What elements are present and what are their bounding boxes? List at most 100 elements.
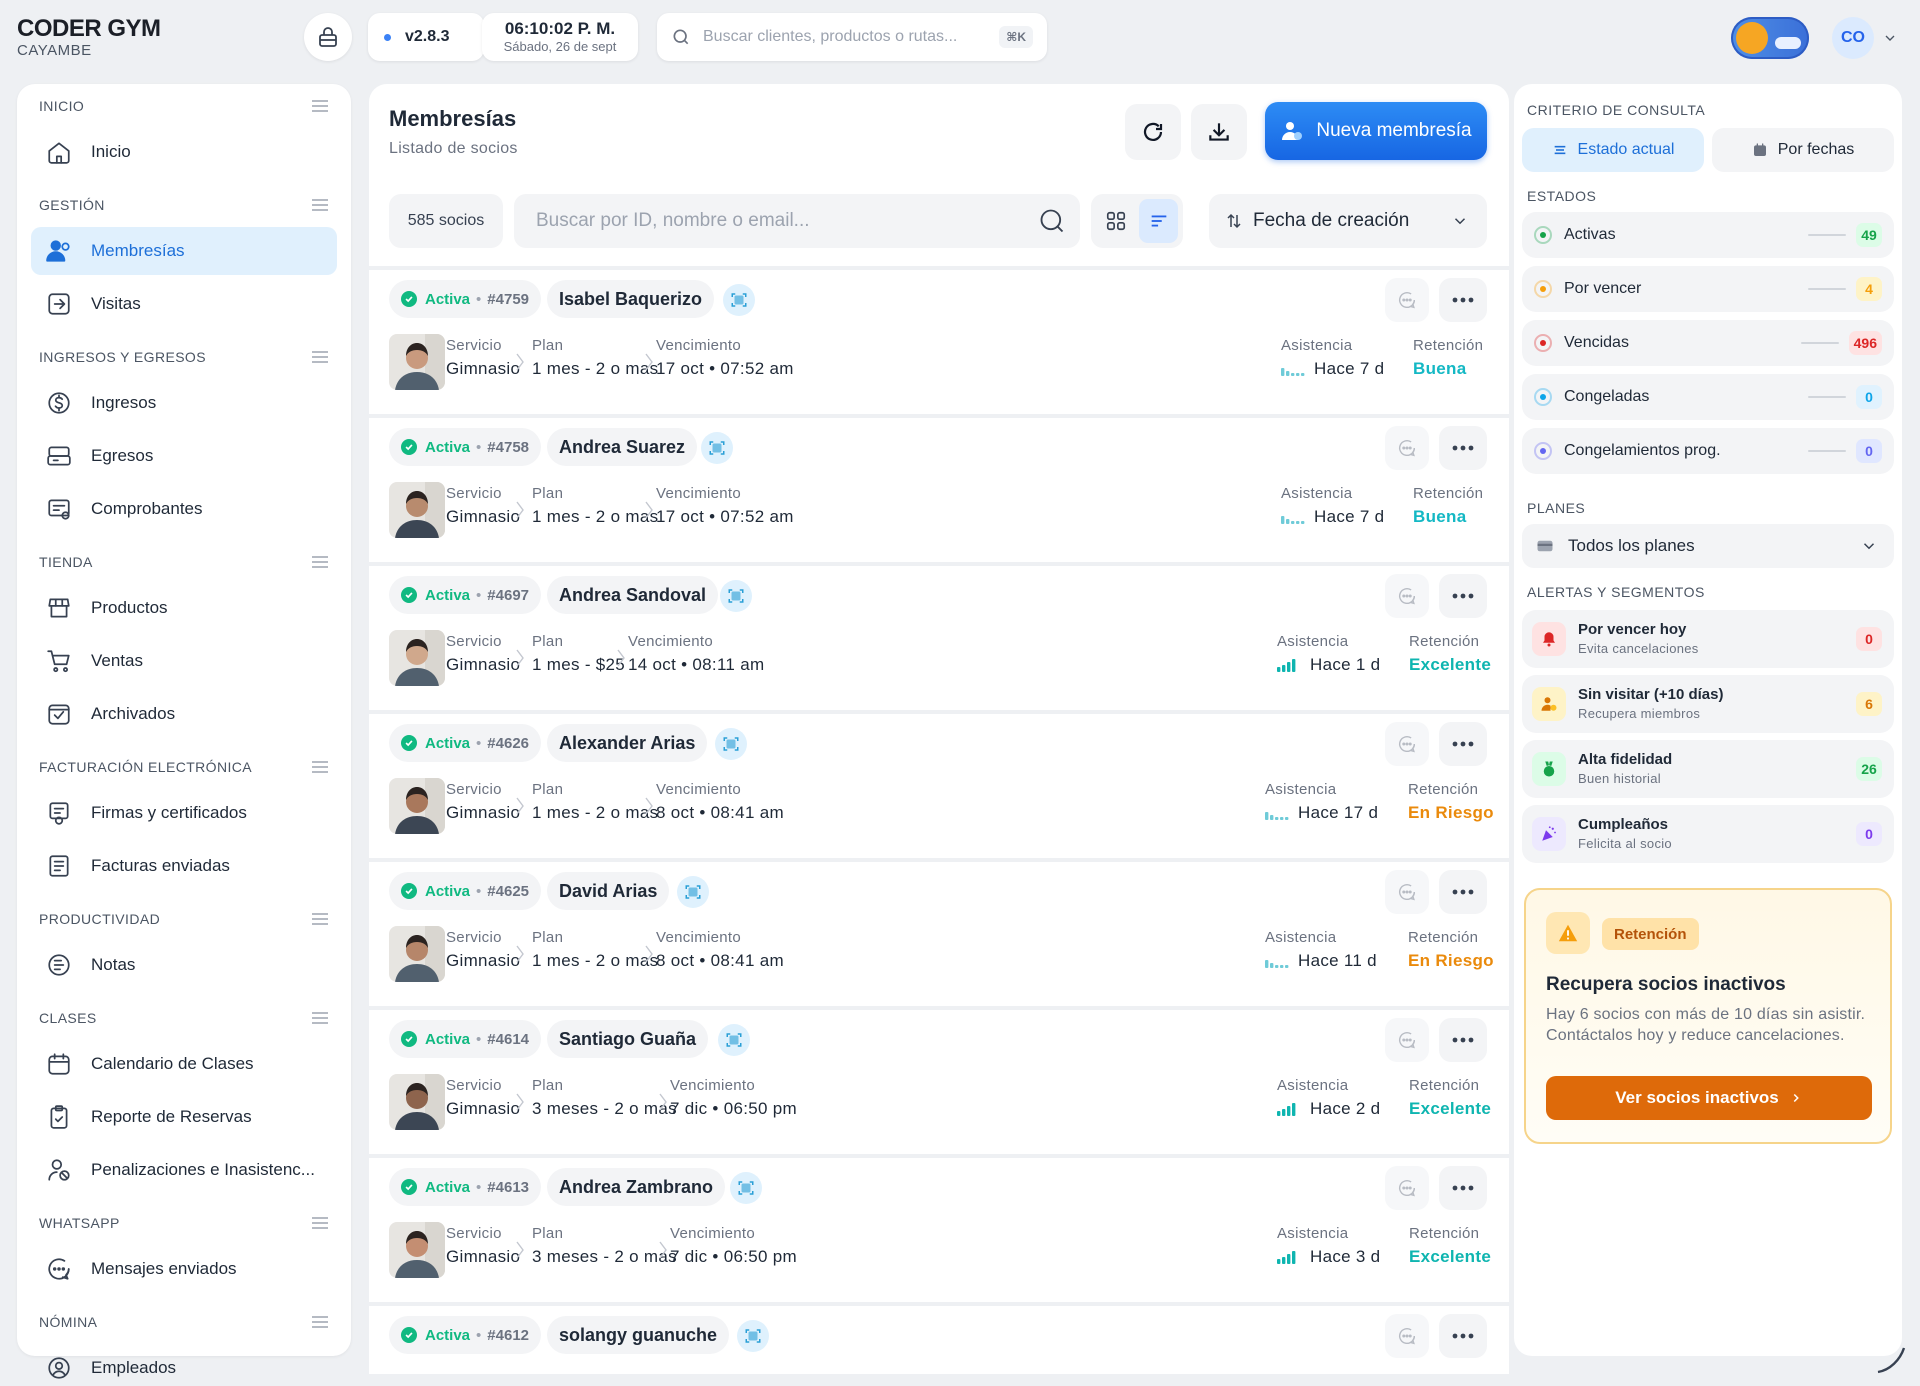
qr-code-icon[interactable] xyxy=(723,284,755,316)
state-filter-activas[interactable]: Activas 49 xyxy=(1522,212,1894,258)
refresh-button[interactable] xyxy=(1125,104,1181,160)
message-button[interactable] xyxy=(1385,1314,1429,1358)
message-button[interactable] xyxy=(1385,278,1429,322)
alert-segment-3[interactable]: Alta fidelidad Buen historial 26 xyxy=(1522,740,1894,798)
sidebar-item-ventas[interactable]: Ventas xyxy=(31,637,337,685)
member-card[interactable]: Activa • #4697 Andrea Sandoval Servicio Gimna… xyxy=(369,566,1509,710)
resize-handle[interactable] xyxy=(1876,1344,1906,1374)
menu-icon[interactable] xyxy=(311,760,329,774)
member-name[interactable]: Andrea Sandoval xyxy=(547,576,719,614)
qr-code-icon[interactable] xyxy=(737,1320,769,1352)
view-inactive-button[interactable]: Ver socios inactivos xyxy=(1546,1076,1872,1120)
brand[interactable]: CODER GYM CAYAMBE xyxy=(17,16,217,60)
new-membership-button[interactable]: Nueva membresía xyxy=(1265,102,1487,160)
sidebar-item-archivados[interactable]: Archivados xyxy=(31,690,337,738)
sidebar-item-calendario-de-clases[interactable]: Calendario de Clases xyxy=(31,1040,337,1088)
member-name[interactable]: Alexander Arias xyxy=(547,724,708,762)
alert-segment-4[interactable]: Cumpleaños Felicita al socio 0 xyxy=(1522,805,1894,863)
sidebar-item-notas[interactable]: Notas xyxy=(31,941,337,989)
member-card[interactable]: Activa • #4759 Isabel Baquerizo Servicio Gimn… xyxy=(369,270,1509,414)
clock-time: 06:10:02 P. M. xyxy=(504,19,616,38)
member-card[interactable]: Activa • #4625 David Arias Servicio Gimnasio P… xyxy=(369,862,1509,1006)
message-button[interactable] xyxy=(1385,870,1429,914)
sidebar-item-label: Ventas xyxy=(91,651,143,670)
more-options-button[interactable] xyxy=(1439,870,1487,914)
more-options-button[interactable] xyxy=(1439,1314,1487,1358)
menu-icon[interactable] xyxy=(311,555,329,569)
sidebar-item-firmas-y-certificados[interactable]: Firmas y certificados xyxy=(31,789,337,837)
member-card[interactable]: Activa • #4614 Santiago Guaña Servicio Gimnas… xyxy=(369,1010,1509,1154)
menu-icon[interactable] xyxy=(311,1011,329,1025)
more-options-button[interactable] xyxy=(1439,278,1487,322)
menu-icon[interactable] xyxy=(311,912,329,926)
message-button[interactable] xyxy=(1385,1166,1429,1210)
qr-code-icon[interactable] xyxy=(718,1024,750,1056)
state-filter-vencidas[interactable]: Vencidas 496 xyxy=(1522,320,1894,366)
sidebar-item-ingresos[interactable]: Ingresos xyxy=(31,379,337,427)
global-search-input[interactable]: Buscar clientes, productos o rutas... ⌘K xyxy=(657,13,1047,61)
message-button[interactable] xyxy=(1385,1018,1429,1062)
qr-code-icon[interactable] xyxy=(701,432,733,464)
qr-code-icon[interactable] xyxy=(720,580,752,612)
plan-field: Plan 1 mes - 2 o mas xyxy=(532,484,658,530)
sidebar-item-inicio[interactable]: Inicio xyxy=(31,128,337,176)
sidebar-item-visitas[interactable]: Visitas xyxy=(31,280,337,328)
chevron-down-icon[interactable] xyxy=(1882,30,1898,46)
member-name[interactable]: solangy guanuche xyxy=(547,1316,730,1354)
sidebar-item-empleados[interactable]: Empleados xyxy=(31,1344,337,1386)
member-name[interactable]: Isabel Baquerizo xyxy=(547,280,715,318)
more-options-button[interactable] xyxy=(1439,1166,1487,1210)
message-button[interactable] xyxy=(1385,574,1429,618)
user-avatar[interactable]: CO xyxy=(1832,17,1874,59)
sidebar-item-productos[interactable]: Productos xyxy=(31,584,337,632)
by-dates-button[interactable]: Por fechas xyxy=(1712,128,1894,172)
member-card[interactable]: Activa • #4613 Andrea Zambrano Servicio Gimna… xyxy=(369,1158,1509,1302)
plans-select[interactable]: Todos los planes xyxy=(1522,524,1894,568)
sidebar-item-reporte-de-reservas[interactable]: Reporte de Reservas xyxy=(31,1093,337,1141)
section-label: WHATSAPP xyxy=(39,1215,120,1231)
member-card[interactable]: Activa • #4758 Andrea Suarez Servicio Gimnasi… xyxy=(369,418,1509,562)
member-card[interactable]: Activa • #4612 solangy guanuche xyxy=(369,1306,1509,1374)
sidebar: INICIO Inicio GESTIÓN Membresías Visitas INGR… xyxy=(17,84,351,1379)
qr-code-icon[interactable] xyxy=(715,728,747,760)
sidebar-item-penalizaciones-e-inasistenc[interactable]: Penalizaciones e Inasistenc... xyxy=(31,1146,337,1194)
qr-code-icon[interactable] xyxy=(677,876,709,908)
current-state-button[interactable]: Estado actual xyxy=(1522,128,1704,172)
qr-code-icon[interactable] xyxy=(730,1172,762,1204)
member-name[interactable]: Andrea Zambrano xyxy=(547,1168,726,1206)
more-options-button[interactable] xyxy=(1439,426,1487,470)
message-button[interactable] xyxy=(1385,722,1429,766)
sidebar-item-egresos[interactable]: Egresos xyxy=(31,432,337,480)
sidebar-item-comprobantes[interactable]: Comprobantes xyxy=(31,485,337,533)
state-filter-congeladas[interactable]: Congeladas 0 xyxy=(1522,374,1894,420)
alert-title: Alta fidelidad xyxy=(1578,751,1673,768)
menu-icon[interactable] xyxy=(311,198,329,212)
sidebar-item-label: Reporte de Reservas xyxy=(91,1107,252,1126)
more-options-button[interactable] xyxy=(1439,722,1487,766)
alert-segment-2[interactable]: Sin visitar (+10 días) Recupera miembros 6 xyxy=(1522,675,1894,733)
menu-icon[interactable] xyxy=(311,350,329,364)
download-button[interactable] xyxy=(1191,104,1247,160)
message-button[interactable] xyxy=(1385,426,1429,470)
sort-select[interactable]: Fecha de creación xyxy=(1209,194,1487,248)
menu-icon[interactable] xyxy=(311,99,329,113)
alert-segment-1[interactable]: Por vencer hoy Evita cancelaciones 0 xyxy=(1522,610,1894,668)
theme-toggle[interactable] xyxy=(1731,17,1809,59)
member-name[interactable]: Andrea Suarez xyxy=(547,428,698,466)
menu-icon[interactable] xyxy=(311,1216,329,1230)
sidebar-item-facturas-enviadas[interactable]: Facturas enviadas xyxy=(31,842,337,890)
grid-view-button[interactable] xyxy=(1096,199,1135,243)
member-name[interactable]: Santiago Guaña xyxy=(547,1020,709,1058)
menu-icon[interactable] xyxy=(311,1315,329,1329)
list-view-button[interactable] xyxy=(1139,199,1178,243)
more-options-button[interactable] xyxy=(1439,574,1487,618)
sidebar-item-mensajes-enviados[interactable]: Mensajes enviados xyxy=(31,1245,337,1293)
more-options-button[interactable] xyxy=(1439,1018,1487,1062)
member-search-input[interactable]: Buscar por ID, nombre o email... xyxy=(514,194,1080,248)
member-card[interactable]: Activa • #4626 Alexander Arias Servicio Gimna… xyxy=(369,714,1509,858)
state-filter-por-vencer[interactable]: Por vencer 4 xyxy=(1522,266,1894,312)
member-name[interactable]: David Arias xyxy=(547,872,670,910)
lock-button[interactable] xyxy=(304,13,352,61)
sidebar-item-membres-as[interactable]: Membresías xyxy=(31,227,337,275)
state-filter-congelamientos-prog[interactable]: Congelamientos prog. 0 xyxy=(1522,428,1894,474)
